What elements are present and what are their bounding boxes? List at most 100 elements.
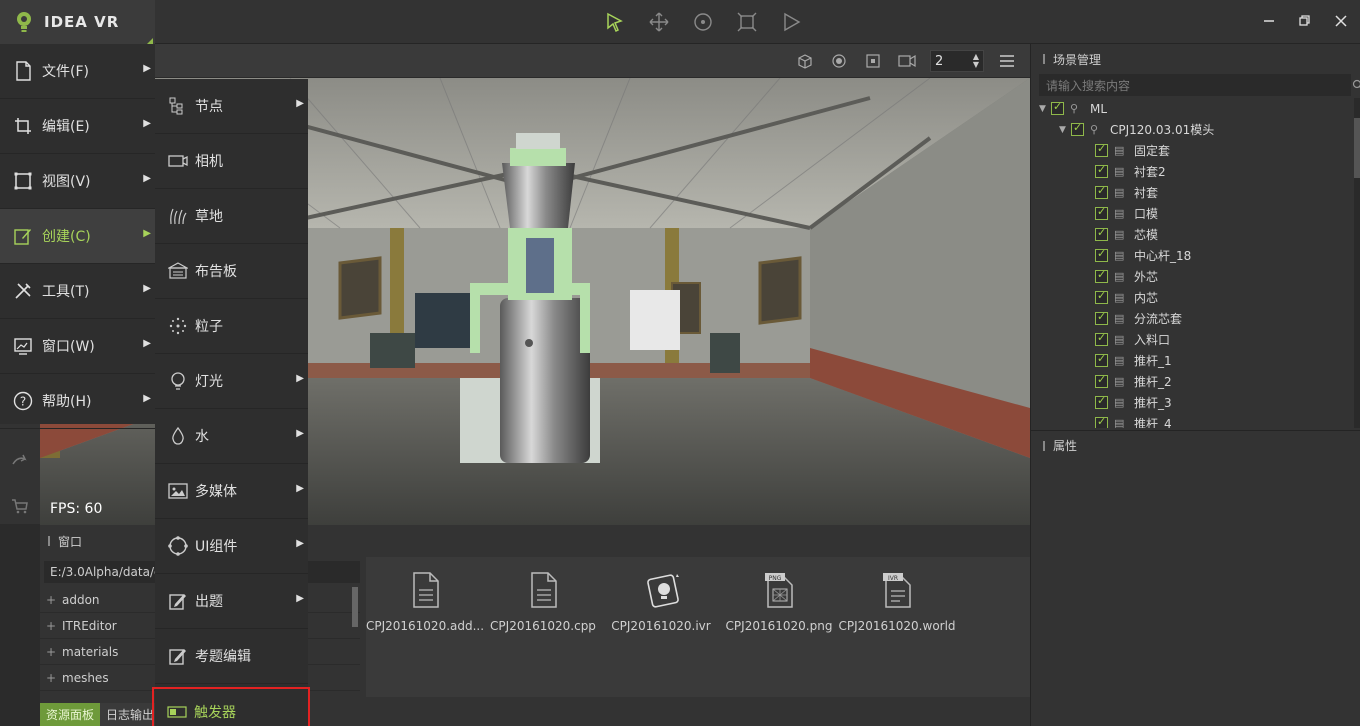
menu-item-2[interactable]: 视图(V) ▶ (0, 154, 155, 209)
tree-checkbox[interactable] (1071, 121, 1084, 136)
tree-checkbox[interactable] (1095, 394, 1108, 409)
tree-row[interactable]: ▤ 分流芯套 (1031, 308, 1360, 329)
expand-plus-icon[interactable]: + (46, 619, 62, 633)
tree-row[interactable]: ▤ 外芯 (1031, 266, 1360, 287)
submenu-item-2[interactable]: 草地 (155, 189, 308, 244)
app-logo[interactable]: IDEA VR (0, 0, 155, 44)
submenu-item-9[interactable]: 出题 ▶ (155, 574, 308, 629)
submenu-item-0[interactable]: 节点 ▶ (155, 79, 308, 134)
tree-row[interactable]: ▤ 内芯 (1031, 287, 1360, 308)
scene-search-input[interactable]: 请输入搜索内容 (1039, 74, 1360, 96)
exam-edit-icon (167, 645, 189, 667)
search-icon[interactable] (1352, 79, 1360, 91)
submenu-item-10[interactable]: 考题编辑 (155, 629, 308, 684)
camera-view-button[interactable] (896, 50, 918, 72)
tree-row[interactable]: ▤ 口模 (1031, 203, 1360, 224)
tree-checkbox[interactable] (1095, 289, 1108, 304)
tree-checkbox[interactable] (1095, 268, 1108, 283)
menu-item-1[interactable]: 编辑(E) ▶ (0, 99, 155, 154)
menu-item-3[interactable]: 创建(C) ▶ (0, 209, 155, 264)
focus-button[interactable] (828, 50, 850, 72)
tab-resource-panel[interactable]: 资源面板 (40, 703, 101, 726)
menu-item-6[interactable]: ? 帮助(H) ▶ (0, 374, 155, 429)
menu-corner-indicator (147, 38, 153, 44)
move-tool[interactable] (644, 8, 674, 36)
tree-row-group[interactable]: ▼ ⚲ CPJ120.03.01模头 (1031, 119, 1360, 140)
minimize-button[interactable] (1258, 10, 1280, 32)
tree-row-root[interactable]: ▼ ⚲ ML (1031, 98, 1360, 119)
tree-row[interactable]: ▤ 芯模 (1031, 224, 1360, 245)
expand-arrow-icon[interactable]: ▼ (1059, 125, 1071, 135)
tree-row[interactable]: ▤ 推杆_1 (1031, 350, 1360, 371)
tree-row[interactable]: ▤ 固定套 (1031, 140, 1360, 161)
scrollbar-thumb[interactable] (1354, 118, 1360, 178)
tree-checkbox[interactable] (1095, 226, 1108, 241)
play-button[interactable] (776, 8, 806, 36)
file-item[interactable]: IVR CPJ20161020.world (838, 571, 956, 633)
select-tool[interactable] (600, 8, 630, 36)
tree-label: 口模 (1134, 207, 1159, 221)
submenu-item-11[interactable]: 触发器 (152, 687, 310, 726)
expand-plus-icon[interactable]: + (46, 671, 62, 685)
light-icon (167, 370, 189, 392)
restore-button[interactable] (1294, 10, 1316, 32)
submenu-item-5[interactable]: 灯光 ▶ (155, 354, 308, 409)
tree-checkbox[interactable] (1095, 142, 1108, 157)
camera-spinner[interactable]: 2 ▲ ▼ (930, 50, 984, 72)
window-controls (1258, 10, 1352, 32)
submenu-item-8[interactable]: UI组件 ▶ (155, 519, 308, 574)
submenu-arrow-icon: ▶ (143, 338, 151, 349)
tree-checkbox[interactable] (1095, 247, 1108, 262)
doc-file-icon (408, 571, 442, 609)
tree-row[interactable]: ▤ 衬套2 (1031, 161, 1360, 182)
cart-icon[interactable] (10, 496, 30, 516)
tree-row[interactable]: ▤ 推杆_4 (1031, 413, 1360, 428)
submenu-item-3[interactable]: 布告板 (155, 244, 308, 299)
expand-plus-icon[interactable]: + (46, 645, 62, 659)
tree-checkbox[interactable] (1095, 415, 1108, 428)
tree-checkbox[interactable] (1095, 373, 1108, 388)
scale-tool[interactable] (732, 8, 762, 36)
tree-row[interactable]: ▤ 中心杆_18 (1031, 245, 1360, 266)
rotate-icon (694, 13, 712, 31)
expand-plus-icon[interactable]: + (46, 593, 62, 607)
scene-tree-scrollbar[interactable] (1354, 98, 1360, 428)
tree-checkbox[interactable] (1095, 184, 1108, 199)
submenu-item-7[interactable]: 多媒体 ▶ (155, 464, 308, 519)
frame-icon (866, 54, 880, 68)
file-item[interactable]: CPJ20161020.cpp (484, 571, 602, 633)
tree-checkbox[interactable] (1095, 331, 1108, 346)
submenu-item-1[interactable]: 相机 (155, 134, 308, 189)
mesh-icon: ▤ (1114, 186, 1125, 199)
directory-scrollbar[interactable] (352, 587, 358, 627)
submenu-item-6[interactable]: 水 ▶ (155, 409, 308, 464)
cube-icon (798, 54, 812, 69)
cube-view-button[interactable] (794, 50, 816, 72)
rotate-tool[interactable] (688, 8, 718, 36)
tree-checkbox[interactable] (1095, 163, 1108, 178)
menu-item-4[interactable]: 工具(T) ▶ (0, 264, 155, 319)
file-item[interactable]: CPJ20161020.add... (366, 571, 484, 633)
tree-row[interactable]: ▤ 推杆_2 (1031, 371, 1360, 392)
tree-row[interactable]: ▤ 推杆_3 (1031, 392, 1360, 413)
tree-checkbox[interactable] (1051, 100, 1064, 115)
viewport-menu-button[interactable] (996, 50, 1018, 72)
menu-item-5[interactable]: 窗口(W) ▶ (0, 319, 155, 374)
tree-checkbox[interactable] (1095, 310, 1108, 325)
file-item[interactable]: PNG CPJ20161020.png (720, 571, 838, 633)
doc-file-icon (526, 571, 560, 609)
close-button[interactable] (1330, 10, 1352, 32)
tree-row[interactable]: ▤ 入料口 (1031, 329, 1360, 350)
tree-row[interactable]: ▤ 衬套 (1031, 182, 1360, 203)
expand-arrow-icon[interactable]: ▼ (1039, 104, 1051, 114)
submenu-item-4[interactable]: 粒子 (155, 299, 308, 354)
edit-icon (12, 225, 34, 247)
tree-checkbox[interactable] (1095, 205, 1108, 220)
file-icon (12, 60, 34, 82)
file-item[interactable]: CPJ20161020.ivr (602, 571, 720, 633)
hamburger-icon (1000, 55, 1014, 67)
menu-item-0[interactable]: 文件(F) ▶ (0, 44, 155, 99)
tree-checkbox[interactable] (1095, 352, 1108, 367)
redo-icon[interactable] (10, 450, 30, 470)
frame-button[interactable] (862, 50, 884, 72)
